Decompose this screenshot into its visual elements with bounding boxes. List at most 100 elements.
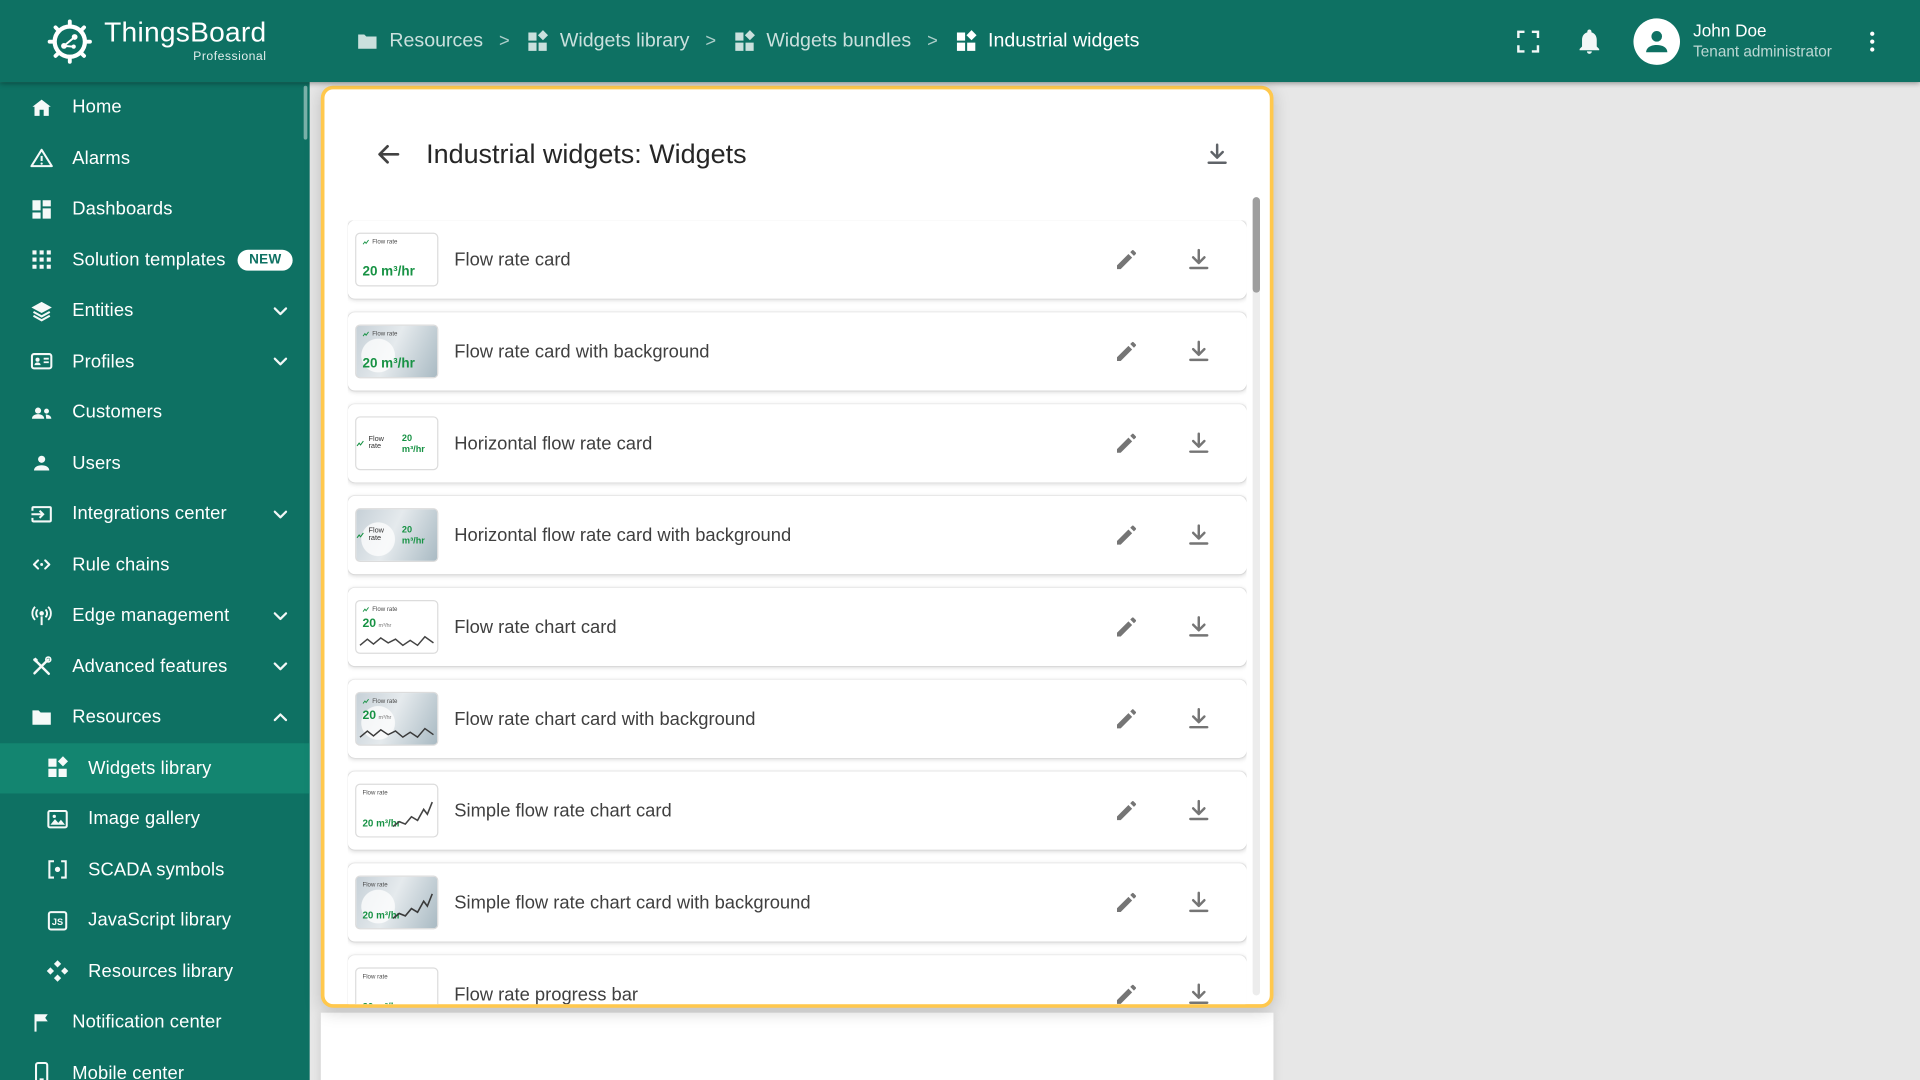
download-widget-button[interactable] xyxy=(1185,247,1212,274)
widgets-icon xyxy=(954,29,978,53)
sidebar-item-javascript-library[interactable]: JavaScript library xyxy=(0,895,310,946)
sparkline-icon xyxy=(362,331,369,338)
download-widget-button[interactable] xyxy=(1185,430,1212,457)
breadcrumb-item-industrial-widgets[interactable]: Industrial widgets xyxy=(954,29,1140,53)
sidebar-item-label: Resources library xyxy=(88,960,234,982)
edit-widget-button[interactable] xyxy=(1113,247,1140,274)
thumb-value: 20 m³/hr xyxy=(401,524,425,547)
breadcrumb-item-widgets-bundles[interactable]: Widgets bundles xyxy=(732,29,911,53)
widget-row[interactable]: Flow rate 20 m³/hr Flow rate chart card … xyxy=(347,680,1247,759)
chevron-down-icon xyxy=(268,502,292,526)
home-icon xyxy=(29,95,53,119)
export-bundle-button[interactable] xyxy=(1204,140,1231,167)
download-widget-button[interactable] xyxy=(1185,981,1212,1007)
flow-chart-sparkline xyxy=(392,802,433,828)
bell-icon xyxy=(1574,26,1603,55)
widget-row[interactable]: Flow rate 20 m³/hr Flow rate card with b… xyxy=(347,312,1247,392)
download-widget-button[interactable] xyxy=(1185,339,1212,366)
widget-thumbnail: Flow rate 20 m³/hr xyxy=(355,967,439,1005)
widget-row[interactable]: Flow rate 20 m³/hr Horizontal flow rate … xyxy=(347,496,1247,575)
sidebar-item-advanced-features[interactable]: Advanced features xyxy=(0,641,310,692)
sidebar-item-notification-center[interactable]: Notification center xyxy=(0,997,310,1048)
sidebar-item-dashboards[interactable]: Dashboards xyxy=(0,184,310,235)
thumb-label: Flow rate xyxy=(368,436,384,452)
sidebar-scrollbar[interactable] xyxy=(303,85,308,140)
brand-text: ThingsBoard Professional xyxy=(104,18,266,64)
edit-widget-button[interactable] xyxy=(1113,430,1140,457)
person-icon xyxy=(1640,25,1672,57)
thingsboard-logo[interactable]: ThingsBoard Professional xyxy=(0,18,310,65)
breadcrumb-label: Industrial widgets xyxy=(988,30,1140,51)
user-menu[interactable]: John Doe Tenant administrator xyxy=(1693,20,1832,62)
layers-icon xyxy=(29,298,53,322)
chevron-down-icon xyxy=(268,349,292,373)
widget-row[interactable]: Flow rate 20 m³/hr Flow rate card xyxy=(347,220,1247,300)
thumb-label: Flow rate xyxy=(372,606,398,615)
list-scrollbar[interactable] xyxy=(1252,197,1260,996)
row-actions xyxy=(1113,981,1212,1007)
breadcrumb-label: Widgets library xyxy=(559,30,690,51)
edit-widget-button[interactable] xyxy=(1113,522,1140,549)
thumb-value: 20 m³/hr xyxy=(362,265,415,280)
top-bar: ThingsBoard Professional Resources > Wid… xyxy=(0,0,1920,83)
topbar-actions: John Doe Tenant administrator xyxy=(1513,17,1920,65)
widget-row[interactable]: Flow rate 20 m³/hr Simple flow rate char… xyxy=(347,772,1247,851)
sidebar-item-resources-library[interactable]: Resources library xyxy=(0,946,310,997)
download-widget-button[interactable] xyxy=(1185,706,1212,733)
sidebar-item-customers[interactable]: Customers xyxy=(0,387,310,438)
breadcrumb-item-widgets-library[interactable]: Widgets library xyxy=(526,29,690,53)
sidebar-item-solution-templates[interactable]: Solution templates NEW xyxy=(0,234,310,285)
sidebar-item-edge-management[interactable]: Edge management xyxy=(0,590,310,641)
download-widget-button[interactable] xyxy=(1185,614,1212,641)
flow-chart-sparkline xyxy=(359,728,434,739)
pencil-icon xyxy=(1113,339,1140,366)
fullscreen-button[interactable] xyxy=(1513,26,1542,55)
back-button[interactable] xyxy=(373,139,402,168)
thumb-label: Flow rate xyxy=(372,331,398,339)
dashboard-icon xyxy=(29,197,53,221)
widget-row[interactable]: Flow rate 20 m³/hr Horizontal flow rate … xyxy=(347,404,1247,484)
sidebar-item-users[interactable]: Users xyxy=(0,438,310,489)
list-scrollbar-thumb[interactable] xyxy=(1252,197,1260,293)
widget-row[interactable]: Flow rate 20 m³/hr Simple flow rate char… xyxy=(347,863,1247,943)
more-menu-button[interactable] xyxy=(1859,28,1886,55)
sidebar-item-resources[interactable]: Resources xyxy=(0,692,310,743)
edit-widget-button[interactable] xyxy=(1113,981,1140,1007)
notifications-button[interactable] xyxy=(1574,26,1603,55)
avatar[interactable] xyxy=(1633,17,1680,65)
sidebar-item-scada-symbols[interactable]: SCADA symbols xyxy=(0,844,310,895)
code-nodes-icon xyxy=(29,553,53,577)
download-icon xyxy=(1185,614,1212,641)
sidebar-item-widgets-library[interactable]: Widgets library xyxy=(0,742,310,794)
sidebar-item-entities[interactable]: Entities xyxy=(0,285,310,336)
breadcrumb-separator: > xyxy=(498,30,510,52)
widget-title: Horizontal flow rate card with backgroun… xyxy=(454,525,792,547)
row-actions xyxy=(1113,522,1212,549)
sidebar-item-home[interactable]: Home xyxy=(0,82,310,133)
sidebar-item-integrations-center[interactable]: Integrations center xyxy=(0,489,310,540)
widget-title: Flow rate card with background xyxy=(454,341,710,363)
edit-widget-button[interactable] xyxy=(1113,614,1140,641)
widget-row[interactable]: Flow rate 20 m³/hr Flow rate chart card xyxy=(347,588,1247,667)
edit-widget-button[interactable] xyxy=(1113,339,1140,366)
download-widget-button[interactable] xyxy=(1185,798,1212,825)
sidebar-item-image-gallery[interactable]: Image gallery xyxy=(0,793,310,844)
sidebar-item-rule-chains[interactable]: Rule chains xyxy=(0,539,310,590)
sidebar-item-mobile-center[interactable]: Mobile center xyxy=(0,1048,310,1080)
thumb-label: Flow rate xyxy=(362,974,388,982)
warning-icon xyxy=(29,146,53,170)
edit-widget-button[interactable] xyxy=(1113,890,1140,917)
sidebar-item-alarms[interactable]: Alarms xyxy=(0,133,310,184)
pencil-icon xyxy=(1113,706,1140,733)
sidebar-item-profiles[interactable]: Profiles xyxy=(0,336,310,387)
sidebar-item-label: Image gallery xyxy=(88,808,201,830)
breadcrumb-item-resources[interactable]: Resources xyxy=(355,29,483,53)
download-widget-button[interactable] xyxy=(1185,522,1212,549)
row-actions xyxy=(1113,890,1212,917)
widget-row[interactable]: Flow rate 20 m³/hr Flow rate progress ba… xyxy=(347,955,1247,1007)
pencil-icon xyxy=(1113,614,1140,641)
sparkline-icon xyxy=(356,531,364,540)
edit-widget-button[interactable] xyxy=(1113,798,1140,825)
edit-widget-button[interactable] xyxy=(1113,706,1140,733)
download-widget-button[interactable] xyxy=(1185,890,1212,917)
